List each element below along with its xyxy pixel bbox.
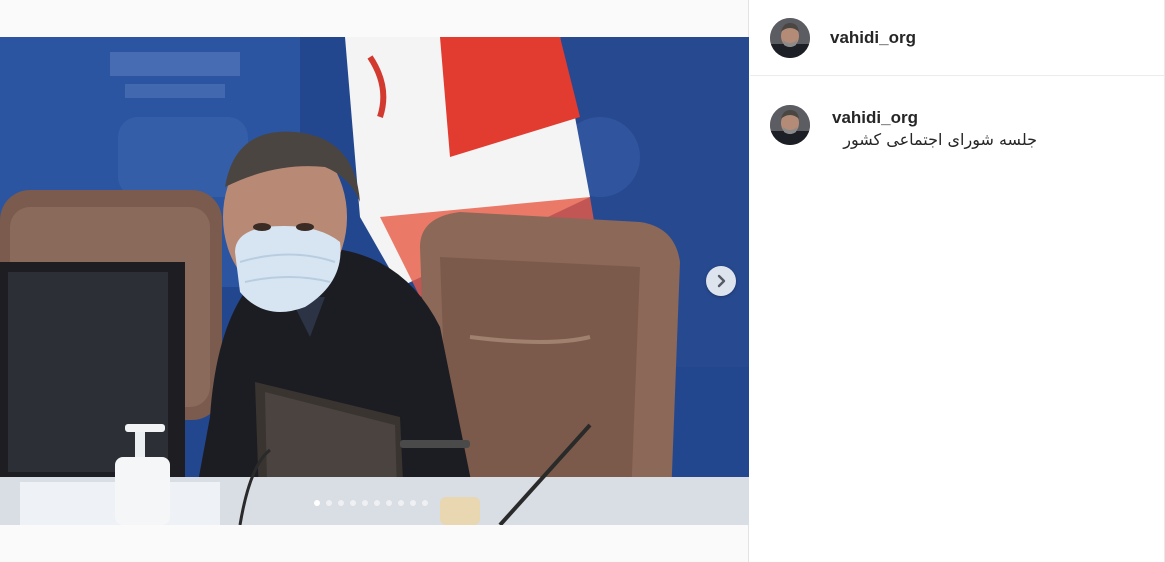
chevron-right-icon bbox=[717, 274, 726, 288]
author-username[interactable]: vahidi_org bbox=[830, 28, 916, 48]
post-header: vahidi_org bbox=[750, 0, 1165, 76]
carousel-dot-7 bbox=[386, 500, 392, 506]
author-avatar[interactable] bbox=[770, 18, 810, 58]
media-column bbox=[0, 0, 749, 562]
carousel-dot-2 bbox=[326, 500, 332, 506]
post-side-panel: vahidi_org vahidi_org جلسه شورای اجتماعی… bbox=[750, 0, 1165, 562]
carousel-dot-9 bbox=[410, 500, 416, 506]
carousel-indicator bbox=[314, 500, 428, 506]
instagram-post-view: vahidi_org vahidi_org جلسه شورای اجتماعی… bbox=[0, 0, 1165, 562]
carousel-dot-3 bbox=[338, 500, 344, 506]
carousel-dot-10 bbox=[422, 500, 428, 506]
caption-text: جلسه شورای اجتماعی کشور bbox=[843, 130, 1037, 149]
carousel-dot-6 bbox=[374, 500, 380, 506]
carousel-dot-8 bbox=[398, 500, 404, 506]
avatar-image bbox=[770, 105, 810, 145]
post-photo bbox=[0, 37, 749, 525]
next-slide-button[interactable] bbox=[706, 266, 736, 296]
carousel-dot-5 bbox=[362, 500, 368, 506]
avatar-image bbox=[770, 18, 810, 58]
carousel-dot-1 bbox=[314, 500, 320, 506]
caption-author-avatar[interactable] bbox=[770, 105, 810, 145]
post-media[interactable] bbox=[0, 37, 749, 525]
caption-username[interactable]: vahidi_org bbox=[832, 108, 918, 128]
carousel-dot-4 bbox=[350, 500, 356, 506]
